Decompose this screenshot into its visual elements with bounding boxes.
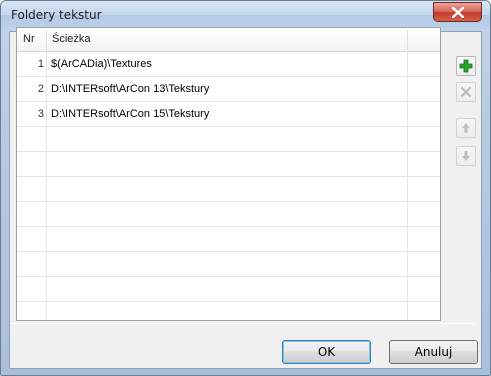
close-icon (451, 6, 464, 18)
empty-row[interactable] (17, 227, 440, 252)
list-header: Nr Ścieżka (17, 28, 440, 52)
list-row[interactable]: 2 D:\INTERsoft\ArCon 13\Tekstury (17, 77, 440, 102)
cancel-button[interactable]: Anuluj (389, 340, 478, 364)
row-path: D:\INTERsoft\ArCon 15\Tekstury (51, 108, 210, 120)
row-path: D:\INTERsoft\ArCon 13\Tekstury (51, 83, 210, 95)
empty-row[interactable] (17, 252, 440, 277)
empty-row[interactable] (17, 277, 440, 302)
row-number: 1 (37, 58, 44, 70)
empty-row[interactable] (17, 202, 440, 227)
plus-icon (459, 59, 473, 73)
move-up-button[interactable] (456, 118, 476, 138)
arrow-down-icon (462, 151, 470, 161)
list-row[interactable]: 1 $(ArCADia)\Textures (17, 52, 440, 77)
row-number: 3 (37, 108, 44, 120)
row-number: 2 (37, 83, 44, 95)
ok-button[interactable]: OK (282, 340, 371, 364)
empty-row[interactable] (17, 177, 440, 202)
empty-row[interactable] (17, 152, 440, 177)
row-path: $(ArCADia)\Textures (51, 58, 152, 70)
title-bar[interactable]: Foldery tekstur (1, 1, 490, 29)
column-separator[interactable] (407, 30, 408, 50)
window-title: Foldery tekstur (11, 8, 102, 22)
delete-icon (461, 87, 471, 97)
close-button[interactable] (433, 2, 482, 22)
list-row[interactable]: 3 D:\INTERsoft\ArCon 15\Tekstury (17, 102, 440, 127)
dialog-window: Foldery tekstur Nr Ścieżka 1 $(ArCADia)\… (0, 0, 491, 376)
add-folder-button[interactable] (456, 56, 476, 76)
column-separator[interactable] (46, 30, 47, 50)
column-header-path[interactable]: Ścieżka (52, 28, 91, 52)
texture-folder-list[interactable]: Nr Ścieżka 1 $(ArCADia)\Textures 2 D:\IN… (16, 27, 441, 321)
delete-folder-button[interactable] (456, 82, 476, 102)
arrow-up-icon (462, 123, 470, 133)
move-down-button[interactable] (456, 146, 476, 166)
column-header-nr[interactable]: Nr (23, 28, 35, 52)
empty-row[interactable] (17, 127, 440, 152)
divider (10, 323, 475, 324)
